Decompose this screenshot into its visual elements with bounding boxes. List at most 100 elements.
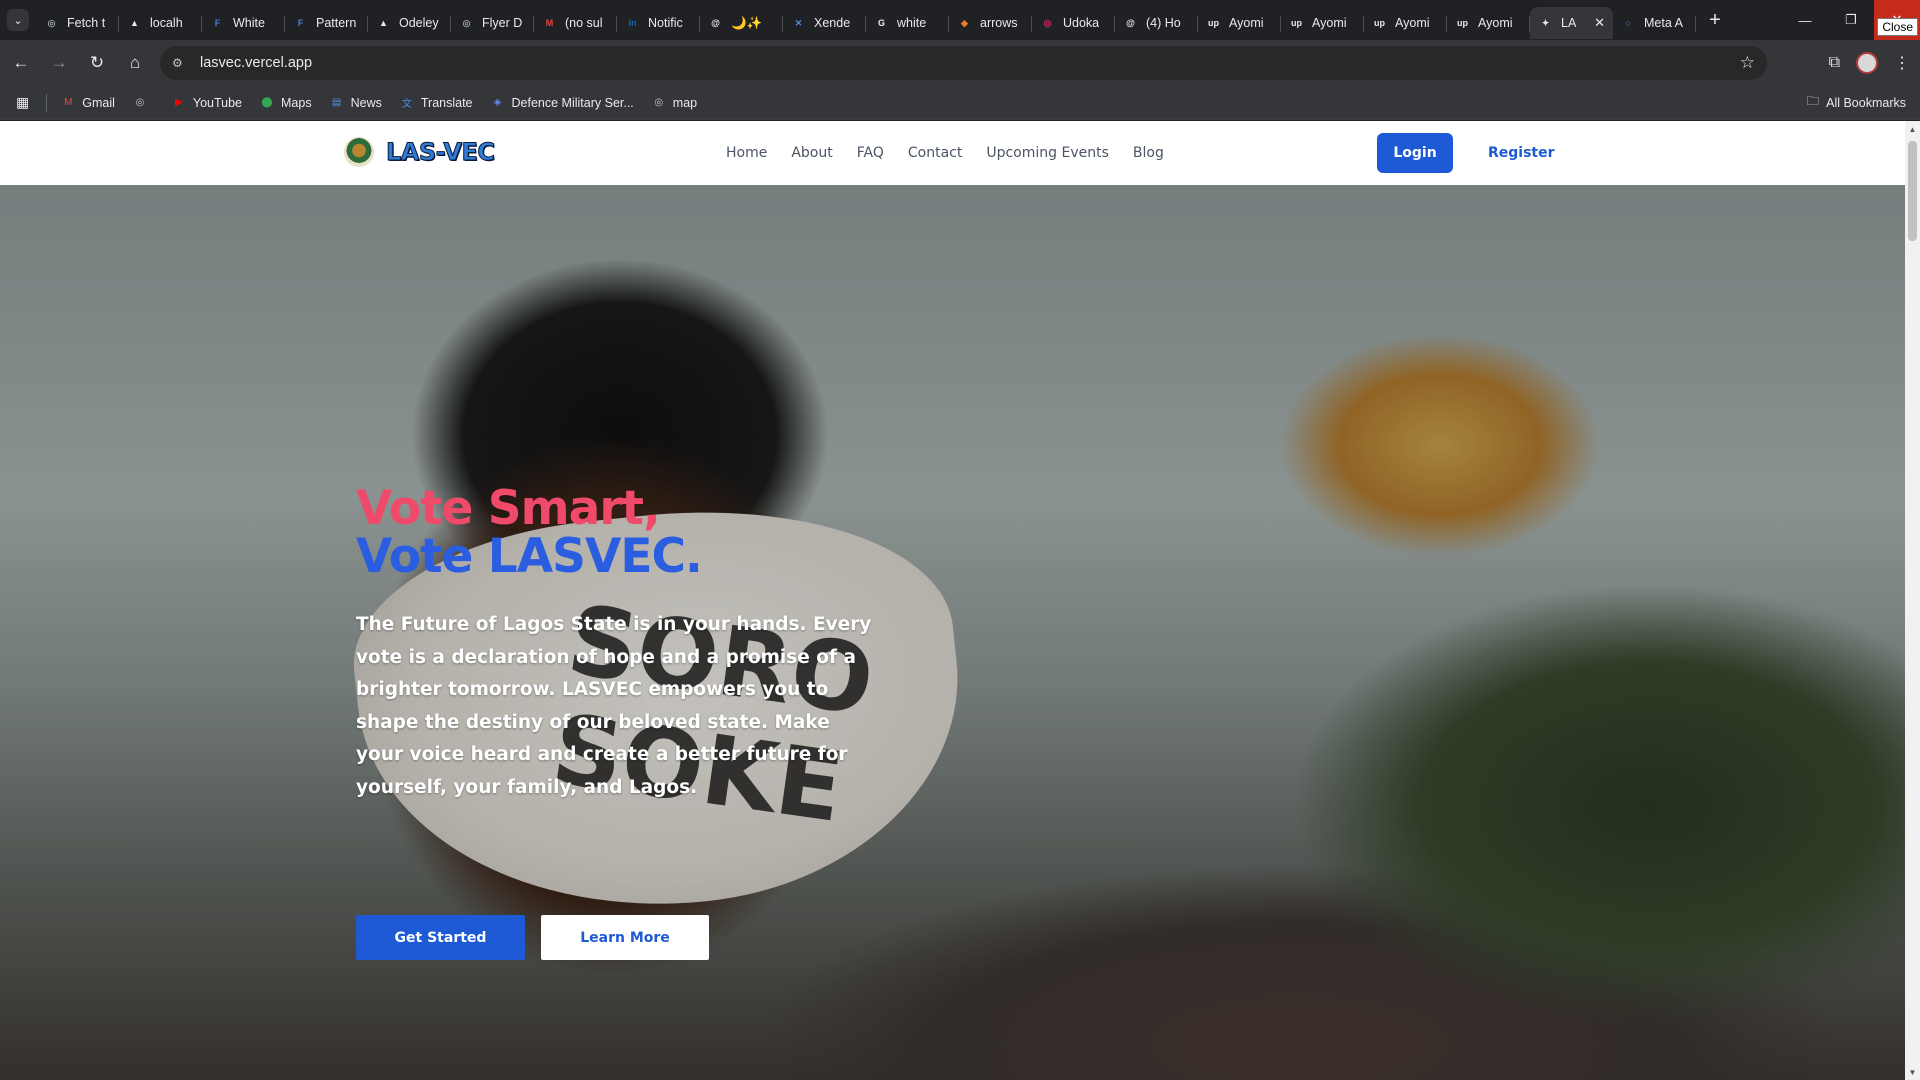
close-tab-icon[interactable]: ✕ [1594, 15, 1605, 31]
extensions-icon[interactable]: ⧉ [1829, 54, 1840, 72]
login-button[interactable]: Login [1377, 133, 1453, 173]
hero-overlay [0, 185, 1905, 1080]
bookmark-item[interactable]: ⬤ Maps [260, 95, 312, 110]
browser-tab[interactable]: ◎ Udoka [1032, 7, 1115, 39]
triangle-icon: ▲ [379, 18, 388, 28]
browser-tab[interactable]: ○ Meta A [1613, 7, 1696, 39]
bookmark-label: Maps [281, 95, 312, 110]
vertical-scrollbar[interactable]: ▲ ▼ [1905, 121, 1920, 1080]
hero-section: SORO SOKE Vote Smart, Vote LASVEC. The F… [0, 185, 1905, 1080]
tab-list: ◎ Fetch t ▲ localh F White F Pattern ▲ Odeley ◎ Fly… [36, 0, 1696, 40]
bookmark-item[interactable]: 文 Translate [400, 96, 473, 111]
minimize-button[interactable]: — [1782, 0, 1828, 40]
browser-tab[interactable]: ▲ localh [119, 7, 202, 39]
tab-title: White [233, 16, 265, 30]
web-page: LAS-VEC Home About FAQ Contact Upcoming Even… [0, 121, 1905, 1080]
tab-search-button[interactable]: ⌄ [0, 0, 36, 40]
browser-tab[interactable]: up Ayomi [1447, 7, 1530, 39]
register-link[interactable]: Register [1488, 133, 1555, 173]
hero-buttons: Get Started Learn More [356, 915, 709, 960]
close-window-button[interactable]: ✕ Close [1874, 0, 1920, 40]
nav-link-upcoming-events[interactable]: Upcoming Events [986, 145, 1109, 161]
tab-title: 🌙✨ [731, 15, 763, 30]
nav-link-blog[interactable]: Blog [1133, 145, 1164, 161]
browser-tab[interactable]: ◎ Fetch t [36, 7, 119, 39]
tab-title: white [897, 16, 927, 30]
menu-icon[interactable]: ⋮ [1894, 53, 1910, 73]
browser-tab[interactable]: ✦ LA ✕ [1530, 7, 1613, 39]
tab-title: Xende [814, 16, 851, 30]
apps-icon[interactable]: ▦ [16, 94, 29, 111]
get-started-button[interactable]: Get Started [356, 915, 525, 960]
restore-button[interactable]: ❐ [1828, 0, 1874, 40]
site-info-icon[interactable]: ⚙ [172, 55, 188, 71]
tab-title: Meta A [1644, 16, 1683, 30]
bookmark-item[interactable]: ▤ News [330, 96, 382, 110]
browser-toolbar: ← → ↻ ⌂ ⚙ lasvec.vercel.app ☆ ⧉ ⋮ [0, 40, 1920, 86]
triangle-icon: ▲ [130, 18, 139, 28]
bookmark-item[interactable]: M Gmail [61, 96, 115, 110]
tab-title: Ayomi [1312, 16, 1347, 30]
tab-title: Fetch t [67, 16, 106, 30]
address-text: lasvec.vercel.app [200, 55, 313, 71]
toolbar-right: ⧉ ⋮ [1829, 40, 1910, 86]
bookmark-item[interactable]: ◎ map [652, 96, 697, 110]
shield-icon: ◈ [493, 97, 502, 108]
address-bar[interactable]: ⚙ lasvec.vercel.app ☆ [160, 46, 1767, 80]
browser-tab[interactable]: up Ayomi [1198, 7, 1281, 39]
hero-headline-1: Vote Smart, [356, 481, 661, 536]
nav-link-home[interactable]: Home [726, 145, 767, 161]
browser-tab[interactable]: ◆ arrows [949, 7, 1032, 39]
browser-tab[interactable]: ▲ Odeley [368, 7, 451, 39]
brave-icon: ◆ [961, 17, 968, 28]
scroll-down-icon[interactable]: ▼ [1905, 1064, 1920, 1080]
globe-icon: ◎ [462, 17, 471, 28]
browser-tab[interactable]: up Ayomi [1281, 7, 1364, 39]
translate-icon: 文 [401, 99, 412, 110]
reload-button[interactable]: ↻ [80, 46, 114, 80]
tab-title: Flyer D [482, 16, 523, 30]
home-button[interactable]: ⌂ [118, 46, 152, 80]
bookmark-label: YouTube [192, 95, 243, 110]
browser-tab[interactable]: in Notific [617, 7, 700, 39]
all-bookmarks-label: All Bookmarks [1826, 95, 1906, 110]
folder-icon: 🗀 [1806, 94, 1820, 108]
browser-tab[interactable]: @ 🌙✨ [700, 7, 783, 39]
nav-link-contact[interactable]: Contact [908, 145, 962, 161]
maps-icon: ⬤ [261, 97, 273, 108]
threads-icon: @ [711, 18, 720, 28]
tab-title: Ayomi [1395, 16, 1430, 30]
nav-link-faq[interactable]: FAQ [857, 145, 884, 161]
nav-link-about[interactable]: About [791, 145, 832, 161]
tab-title: (4) Ho [1146, 16, 1181, 30]
tab-title: LA [1561, 16, 1577, 30]
new-tab-button[interactable]: + [1700, 5, 1730, 35]
browser-tab[interactable]: M (no sul [534, 7, 617, 39]
back-button[interactable]: ← [4, 46, 38, 80]
profile-avatar[interactable] [1856, 52, 1878, 74]
tab-title: Ayomi [1478, 16, 1513, 30]
scroll-up-icon[interactable]: ▲ [1905, 121, 1920, 137]
linkedin-icon: in [628, 18, 637, 28]
bookmark-item[interactable]: ◎ [133, 96, 154, 110]
browser-tab[interactable]: F Pattern [285, 7, 368, 39]
forward-button[interactable]: → [42, 46, 76, 80]
close-tooltip: Close [1877, 18, 1918, 36]
browser-tab[interactable]: @ (4) Ho [1115, 7, 1198, 39]
browser-tab[interactable]: ✕ Xende [783, 7, 866, 39]
brand-wordmark: LAS-VEC [385, 138, 495, 167]
tab-title: Udoka [1063, 16, 1100, 30]
bookmark-label: Defence Military Ser... [511, 95, 634, 110]
browser-tab[interactable]: ◎ Flyer D [451, 7, 534, 39]
browser-tab[interactable]: F White [202, 7, 285, 39]
browser-tab[interactable]: Gwhite [866, 7, 949, 39]
browser-tab[interactable]: up Ayomi [1364, 7, 1447, 39]
bookmark-item[interactable]: ◈ Defence Military Ser... [491, 96, 634, 110]
all-bookmarks-button[interactable]: 🗀 All Bookmarks [1807, 92, 1906, 113]
learn-more-button[interactable]: Learn More [541, 915, 709, 960]
site-logo[interactable]: LAS-VEC [344, 137, 495, 167]
scrollbar-thumb[interactable] [1908, 141, 1917, 241]
bookmark-star-icon[interactable]: ☆ [1740, 53, 1755, 73]
bookmark-item[interactable]: ▶ YouTube [172, 96, 242, 110]
tab-title: (no sul [565, 16, 603, 30]
